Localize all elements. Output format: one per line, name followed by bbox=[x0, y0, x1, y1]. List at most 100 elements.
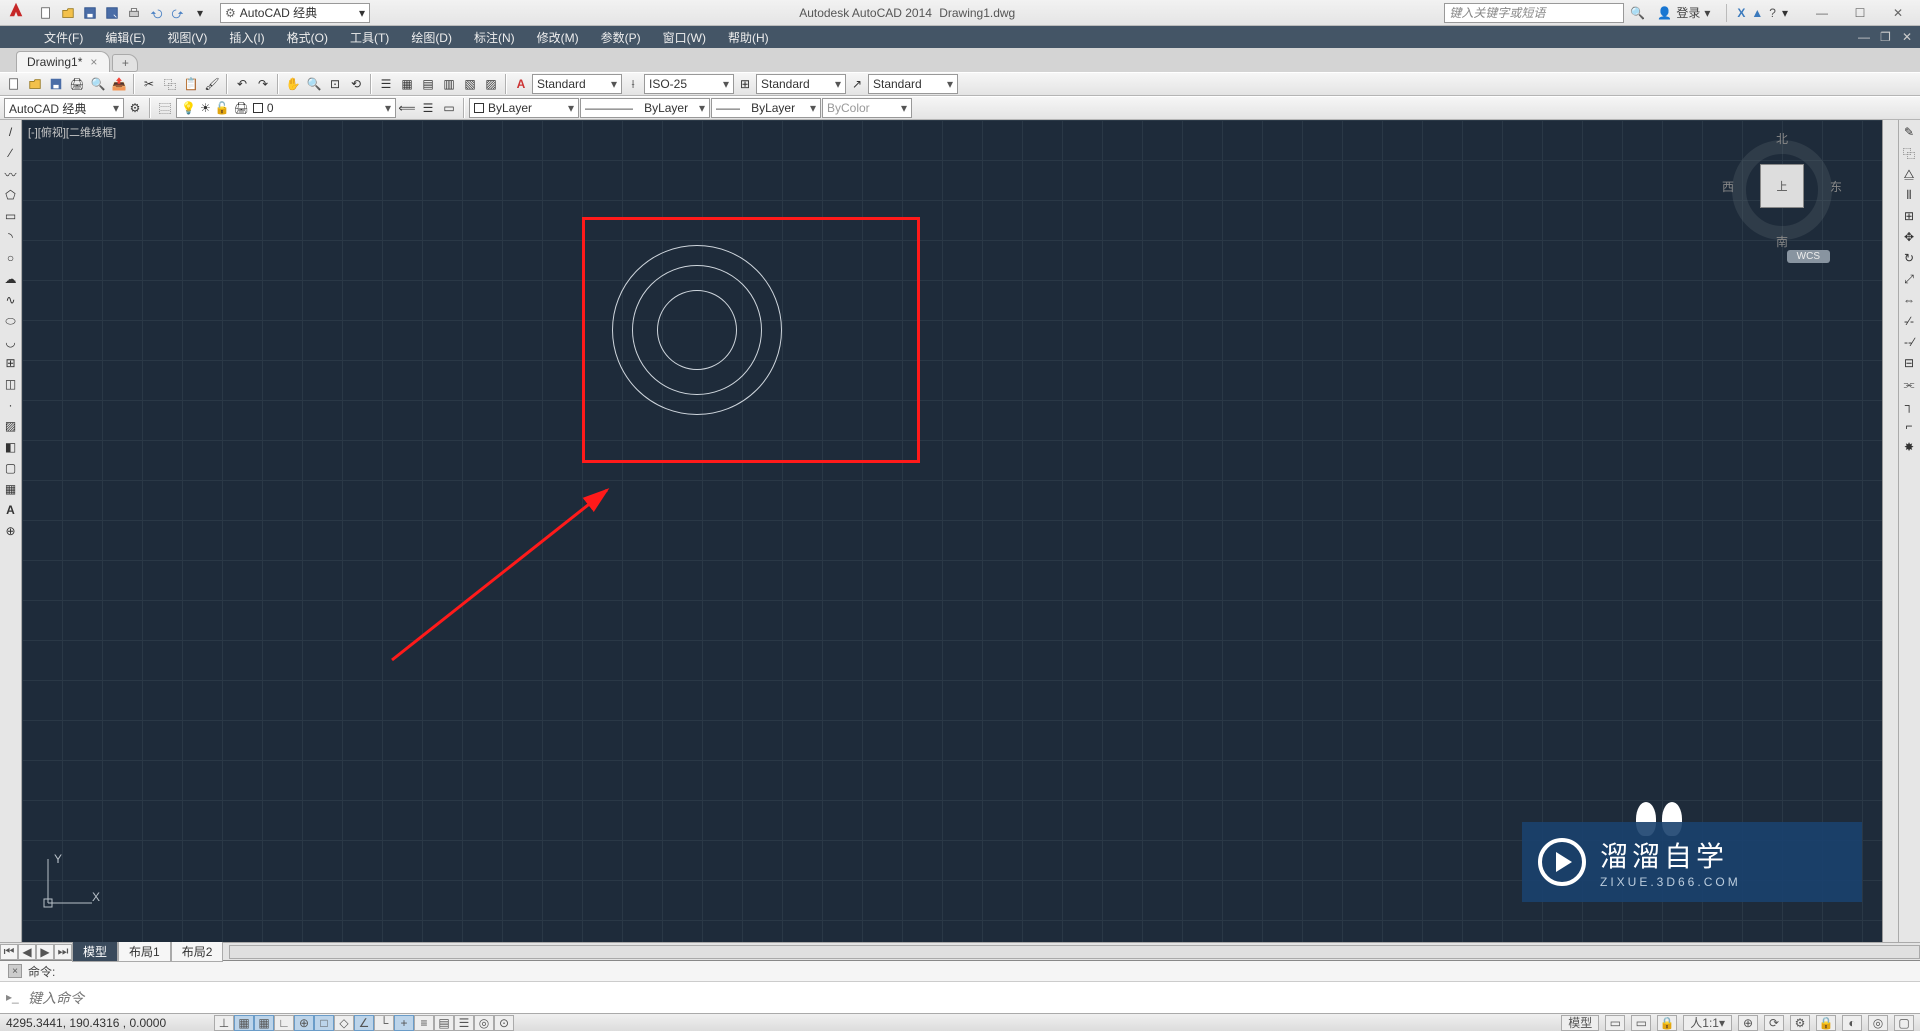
layer-iso-icon[interactable]: ▭ bbox=[439, 98, 459, 118]
ellipse-icon[interactable]: ⬭ bbox=[1, 311, 21, 331]
dimstyle-dropdown[interactable]: ISO-25▾ bbox=[644, 74, 734, 94]
stayconnected-icon[interactable]: ▲ bbox=[1751, 6, 1763, 20]
coordinates-readout[interactable]: 4295.3441, 190.4316 , 0.0000 bbox=[6, 1016, 206, 1030]
plot-icon[interactable]: 🖨 bbox=[67, 74, 87, 94]
command-input[interactable] bbox=[28, 990, 1914, 1006]
model-tab[interactable]: 模型 bbox=[72, 941, 118, 962]
cleanscreen-icon[interactable]: ▢ bbox=[1894, 1015, 1914, 1031]
login-button[interactable]: 👤 登录 ▾ bbox=[1651, 2, 1716, 23]
move-icon[interactable]: ✥ bbox=[1899, 227, 1919, 247]
toolpalettes-icon[interactable]: ▤ bbox=[418, 74, 438, 94]
spline-icon[interactable]: ∿ bbox=[1, 290, 21, 310]
search-input[interactable]: 键入关键字或短语 bbox=[1444, 3, 1624, 23]
pan-icon[interactable]: ✋ bbox=[283, 74, 303, 94]
command-line[interactable]: ▸_ bbox=[0, 981, 1920, 1013]
layer-manager-icon[interactable]: ⿳ bbox=[155, 98, 175, 118]
layer-prev-icon[interactable]: ⟸ bbox=[397, 98, 417, 118]
osnap-toggle[interactable]: □ bbox=[314, 1015, 334, 1031]
mirror-icon[interactable]: ⧋ bbox=[1899, 164, 1919, 184]
redo-icon[interactable] bbox=[168, 3, 188, 23]
minimize-button[interactable]: — bbox=[1804, 3, 1840, 23]
undo-icon[interactable]: ↶ bbox=[232, 74, 252, 94]
hardware-accel-icon[interactable]: ◐ bbox=[1842, 1015, 1862, 1031]
workspace-dropdown[interactable]: ⚙ AutoCAD 经典 ▾ bbox=[220, 3, 370, 23]
close-button[interactable]: ✕ bbox=[1880, 3, 1916, 23]
revcloud-icon[interactable]: ☁ bbox=[1, 269, 21, 289]
trim-icon[interactable]: -∕- bbox=[1899, 311, 1919, 331]
polygon-icon[interactable]: ⬠ bbox=[1, 185, 21, 205]
saveas-icon[interactable] bbox=[102, 3, 122, 23]
mdi-close-button[interactable]: ✕ bbox=[1898, 28, 1920, 46]
lwt-toggle[interactable]: ≡ bbox=[414, 1015, 434, 1031]
array-icon[interactable]: ⊞ bbox=[1899, 206, 1919, 226]
break-icon[interactable]: ⊟ bbox=[1899, 353, 1919, 373]
quickcalc-icon[interactable]: ▨ bbox=[481, 74, 501, 94]
layout2-tab[interactable]: 布局2 bbox=[171, 941, 224, 962]
mdi-minimize-button[interactable]: — bbox=[1854, 28, 1876, 46]
rotate-icon[interactable]: ↻ bbox=[1899, 248, 1919, 268]
drawing-canvas[interactable]: [-][俯视][二维线框] 北 南 西 东 上 WCS bbox=[22, 120, 1898, 942]
zoom-window-icon[interactable]: ⊡ bbox=[325, 74, 345, 94]
join-icon[interactable]: ⫘ bbox=[1899, 374, 1919, 394]
scale-icon[interactable]: ⤢ bbox=[1899, 269, 1919, 289]
line-icon[interactable]: / bbox=[1, 122, 21, 142]
help-icon[interactable]: ? bbox=[1769, 6, 1776, 20]
save-icon[interactable] bbox=[80, 3, 100, 23]
workspace-settings-icon[interactable]: ⚙ bbox=[125, 98, 145, 118]
search-icon[interactable]: 🔍 bbox=[1630, 6, 1645, 20]
tab-prev-icon[interactable]: ◀ bbox=[18, 944, 36, 960]
annovis-icon[interactable]: ⊕ bbox=[1738, 1015, 1758, 1031]
tab-last-icon[interactable]: ⏭ bbox=[54, 944, 72, 960]
textstyle-icon[interactable]: A bbox=[511, 74, 531, 94]
paste-icon[interactable]: 📋 bbox=[181, 74, 201, 94]
qat-dropdown-icon[interactable]: ▾ bbox=[190, 3, 210, 23]
ucs-icon[interactable]: Y X bbox=[40, 851, 100, 914]
ortho-toggle[interactable]: ∟ bbox=[274, 1015, 294, 1031]
ws-switch-icon[interactable]: ⚙ bbox=[1790, 1015, 1810, 1031]
cut-icon[interactable]: ✂ bbox=[139, 74, 159, 94]
workspace-dropdown-2[interactable]: AutoCAD 经典▾ bbox=[4, 98, 124, 118]
menu-modify[interactable]: 修改(M) bbox=[527, 27, 589, 48]
matchprop-icon[interactable]: 🖌 bbox=[202, 74, 222, 94]
undo-icon[interactable] bbox=[146, 3, 166, 23]
mdi-restore-button[interactable]: ❐ bbox=[1876, 28, 1898, 46]
open-icon[interactable] bbox=[25, 74, 45, 94]
menu-draw[interactable]: 绘图(D) bbox=[401, 27, 462, 48]
3dosnap-toggle[interactable]: ◇ bbox=[334, 1015, 354, 1031]
maximize-button[interactable]: ☐ bbox=[1842, 3, 1878, 23]
redo-icon[interactable]: ↷ bbox=[253, 74, 273, 94]
stretch-icon[interactable]: ⇔ bbox=[1899, 290, 1919, 310]
polar-toggle[interactable]: ⊕ bbox=[294, 1015, 314, 1031]
table-icon[interactable]: ▦ bbox=[1, 479, 21, 499]
command-handle-icon[interactable]: ▸_ bbox=[6, 990, 22, 1006]
arc-icon[interactable]: ◝ bbox=[1, 227, 21, 247]
sheetset-icon[interactable]: ▥ bbox=[439, 74, 459, 94]
publish-icon[interactable]: 📤 bbox=[109, 74, 129, 94]
file-tab[interactable]: Drawing1* × bbox=[16, 51, 110, 72]
mleaderstyle-dropdown[interactable]: Standard▾ bbox=[868, 74, 958, 94]
addselected-icon[interactable]: ⊕ bbox=[1, 521, 21, 541]
insert-icon[interactable]: ⊞ bbox=[1, 353, 21, 373]
menu-parametric[interactable]: 参数(P) bbox=[591, 27, 651, 48]
chamfer-icon[interactable]: ┐ bbox=[1899, 395, 1919, 415]
sc-toggle[interactable]: ◎ bbox=[474, 1015, 494, 1031]
block-icon[interactable]: ◫ bbox=[1, 374, 21, 394]
horizontal-scrollbar[interactable] bbox=[229, 945, 1920, 959]
tablestyle-dropdown[interactable]: Standard▾ bbox=[756, 74, 846, 94]
tpy-toggle[interactable]: ▤ bbox=[434, 1015, 454, 1031]
dyn-toggle[interactable]: + bbox=[394, 1015, 414, 1031]
color-dropdown[interactable]: ByLayer▾ bbox=[469, 98, 579, 118]
mleaderstyle-icon[interactable]: ↗ bbox=[847, 74, 867, 94]
tab-next-icon[interactable]: ▶ bbox=[36, 944, 54, 960]
new-tab-button[interactable]: + bbox=[112, 54, 138, 72]
erase-icon[interactable]: ✎ bbox=[1899, 122, 1919, 142]
explode-icon[interactable]: ✸ bbox=[1899, 437, 1919, 457]
zoom-icon[interactable]: 🔍 bbox=[304, 74, 324, 94]
plotstyle-dropdown[interactable]: ByColor▾ bbox=[822, 98, 912, 118]
infer-toggle[interactable]: ⊥ bbox=[214, 1015, 234, 1031]
menu-edit[interactable]: 编辑(E) bbox=[95, 27, 155, 48]
circle-icon[interactable]: ○ bbox=[1, 248, 21, 268]
qp-toggle[interactable]: ☰ bbox=[454, 1015, 474, 1031]
mtext-icon[interactable]: A bbox=[1, 500, 21, 520]
file-tab-close-icon[interactable]: × bbox=[90, 55, 97, 69]
